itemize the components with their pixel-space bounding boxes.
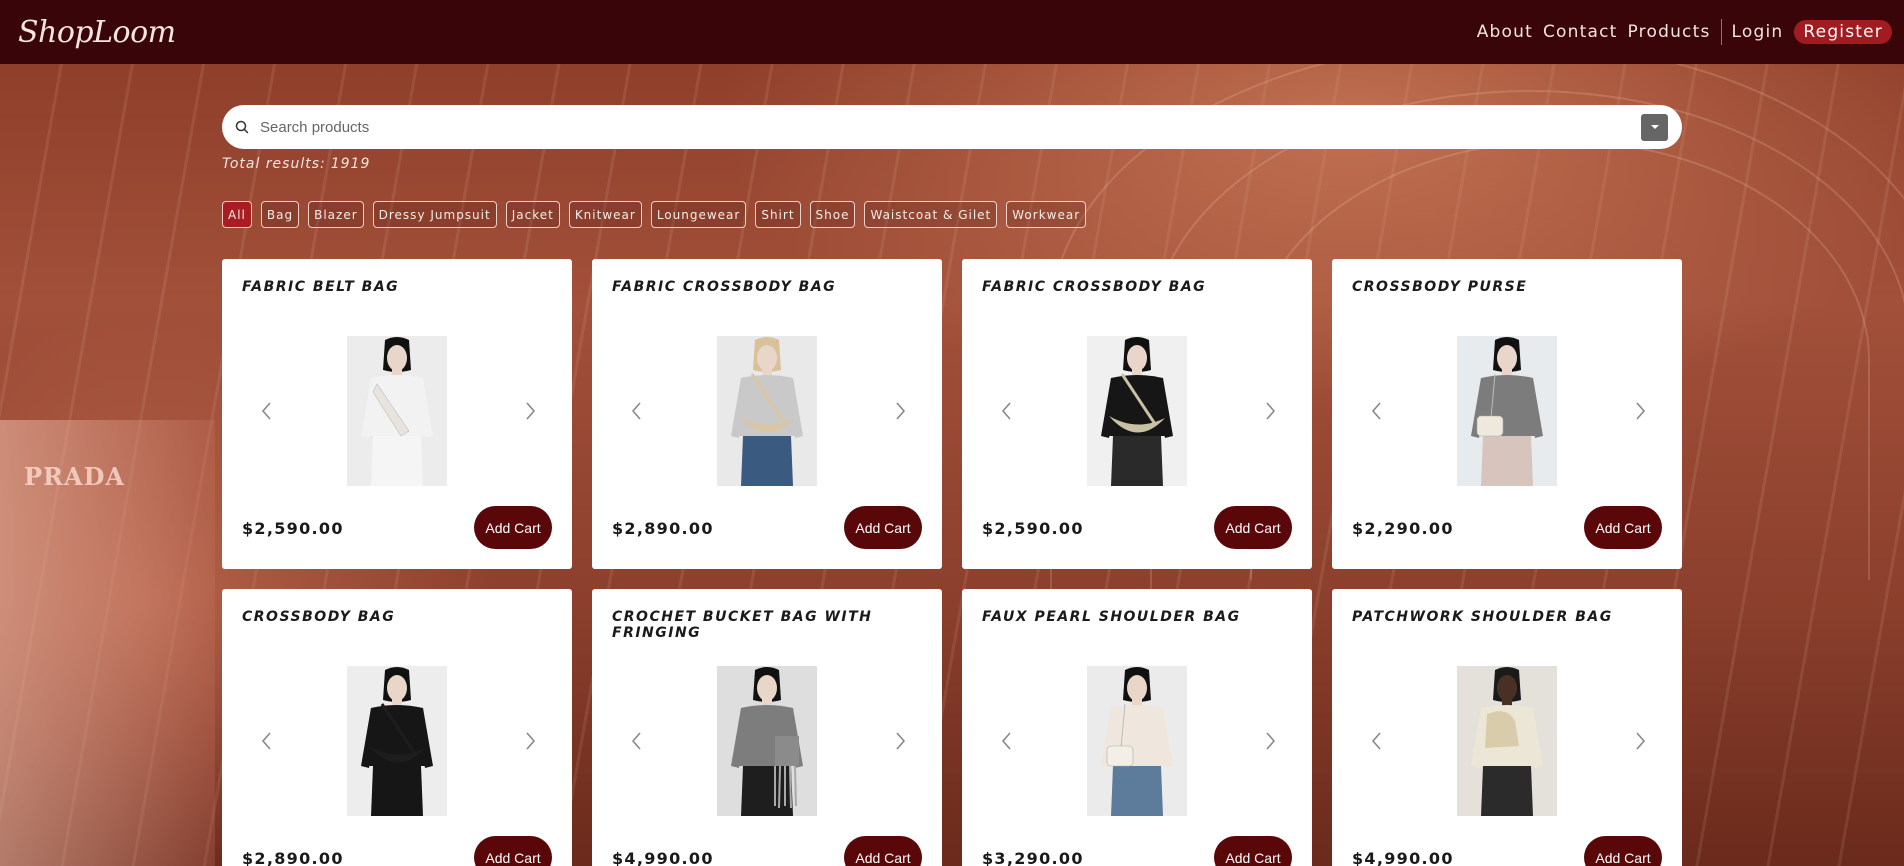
product-card[interactable]: FABRIC CROSSBODY BAG $2,890.00 Add Cart (592, 259, 942, 569)
chevron-right-icon[interactable] (1260, 729, 1280, 753)
product-price: $2,890.00 (612, 519, 714, 538)
product-image[interactable] (1087, 336, 1187, 486)
chevron-right-icon[interactable] (890, 399, 910, 423)
category-chip-blazer[interactable]: Blazer (308, 201, 364, 228)
product-image[interactable] (347, 666, 447, 816)
product-title[interactable]: FABRIC CROSSBODY BAG (982, 279, 1282, 295)
nav-login-link[interactable]: Login (1732, 22, 1784, 42)
add-cart-button[interactable]: Add Cart (844, 506, 922, 549)
category-chip-jacket[interactable]: Jacket (505, 201, 560, 228)
category-chip-bag[interactable]: Bag (260, 201, 300, 228)
search-icon (235, 120, 249, 134)
nav-contact-link[interactable]: Contact (1543, 22, 1618, 42)
product-price: $2,590.00 (242, 519, 344, 538)
product-image[interactable] (717, 666, 817, 816)
add-cart-button[interactable]: Add Cart (1214, 836, 1292, 866)
chevron-left-icon[interactable] (1367, 729, 1387, 753)
chevron-right-icon[interactable] (1630, 729, 1650, 753)
category-chip-shirt[interactable]: Shirt (755, 201, 801, 228)
chevron-left-icon[interactable] (627, 399, 647, 423)
category-chip-waistcoat-gilet[interactable]: Waistcoat & Gilet (864, 201, 998, 228)
chevron-right-icon[interactable] (890, 729, 910, 753)
nav-divider (1720, 19, 1722, 45)
add-cart-button[interactable]: Add Cart (474, 836, 552, 866)
main-nav: About Contact Products Login Register (1472, 19, 1892, 45)
product-card[interactable]: FABRIC BELT BAG $2,590.00 Add Cart (222, 259, 572, 569)
add-cart-button[interactable]: Add Cart (474, 506, 552, 549)
category-chip-shoe[interactable]: Shoe (809, 201, 856, 228)
nav-register-button[interactable]: Register (1794, 20, 1892, 44)
category-chip-dressy-jumpsuit[interactable]: Dressy Jumpsuit (372, 201, 497, 228)
product-card[interactable]: PATCHWORK SHOULDER BAG $4,990.00 Add Car… (1332, 589, 1682, 866)
product-title[interactable]: CROSSBODY PURSE (1352, 279, 1652, 295)
product-title[interactable]: FAUX PEARL SHOULDER BAG (982, 609, 1282, 625)
chevron-right-icon[interactable] (520, 729, 540, 753)
search-bar (222, 105, 1682, 149)
product-title[interactable]: CROSSBODY BAG (242, 609, 542, 625)
add-cart-button[interactable]: Add Cart (1214, 506, 1292, 549)
product-title[interactable]: PATCHWORK SHOULDER BAG (1352, 609, 1652, 625)
background-store-sign: PRADA (24, 462, 126, 491)
category-chip-workwear[interactable]: Workwear (1006, 201, 1087, 228)
brand-logo[interactable]: ShopLoom (18, 15, 176, 50)
product-price: $2,890.00 (242, 849, 344, 866)
product-grid: FABRIC BELT BAG $2,590.00 Add Cart FABRI… (222, 259, 1682, 866)
product-image[interactable] (1457, 336, 1557, 486)
product-image[interactable] (1087, 666, 1187, 816)
product-card[interactable]: CROSSBODY PURSE $2,290.00 Add Cart (1332, 259, 1682, 569)
chevron-right-icon[interactable] (1260, 399, 1280, 423)
product-card[interactable]: CROCHET BUCKET BAG WITH FRINGING $4,990.… (592, 589, 942, 866)
product-card[interactable]: FAUX PEARL SHOULDER BAG $3,290.00 Add Ca… (962, 589, 1312, 866)
category-chip-all[interactable]: All (222, 201, 252, 228)
total-results: Total results: 1919 (222, 156, 370, 172)
product-image[interactable] (1457, 666, 1557, 816)
chevron-left-icon[interactable] (1367, 399, 1387, 423)
nav-products-link[interactable]: Products (1628, 22, 1711, 42)
product-price: $4,990.00 (612, 849, 714, 866)
total-results-count: 1919 (330, 156, 371, 172)
nav-about-link[interactable]: About (1477, 22, 1533, 42)
chevron-left-icon[interactable] (257, 399, 277, 423)
product-image[interactable] (717, 336, 817, 486)
category-chip-loungewear[interactable]: Loungewear (650, 201, 747, 228)
chevron-left-icon[interactable] (997, 729, 1017, 753)
product-title[interactable]: FABRIC BELT BAG (242, 279, 542, 295)
product-card[interactable]: FABRIC CROSSBODY BAG $2,590.00 Add Cart (962, 259, 1312, 569)
chevron-right-icon[interactable] (1630, 399, 1650, 423)
product-title[interactable]: FABRIC CROSSBODY BAG (612, 279, 912, 295)
product-price: $2,590.00 (982, 519, 1084, 538)
chevron-left-icon[interactable] (627, 729, 647, 753)
chevron-left-icon[interactable] (997, 399, 1017, 423)
add-cart-button[interactable]: Add Cart (1584, 836, 1662, 866)
product-card[interactable]: CROSSBODY BAG $2,890.00 Add Cart (222, 589, 572, 866)
add-cart-button[interactable]: Add Cart (1584, 506, 1662, 549)
category-filter-list: All Bag Blazer Dressy Jumpsuit Jacket Knitwea… (222, 201, 1087, 228)
chevron-left-icon[interactable] (257, 729, 277, 753)
search-filter-dropdown-button[interactable] (1641, 113, 1668, 141)
chevron-right-icon[interactable] (520, 399, 540, 423)
caret-down-icon (1650, 125, 1659, 129)
category-chip-knitwear[interactable]: Knitwear (568, 201, 642, 228)
top-navbar: ShopLoom About Contact Products Login Re… (0, 0, 1904, 64)
product-price: $2,290.00 (1352, 519, 1454, 538)
product-title[interactable]: CROCHET BUCKET BAG WITH FRINGING (612, 609, 912, 641)
product-price: $4,990.00 (1352, 849, 1454, 866)
product-price: $3,290.00 (982, 849, 1084, 866)
total-results-label: Total results: (222, 156, 326, 172)
search-input[interactable] (260, 118, 1641, 136)
add-cart-button[interactable]: Add Cart (844, 836, 922, 866)
product-image[interactable] (347, 336, 447, 486)
